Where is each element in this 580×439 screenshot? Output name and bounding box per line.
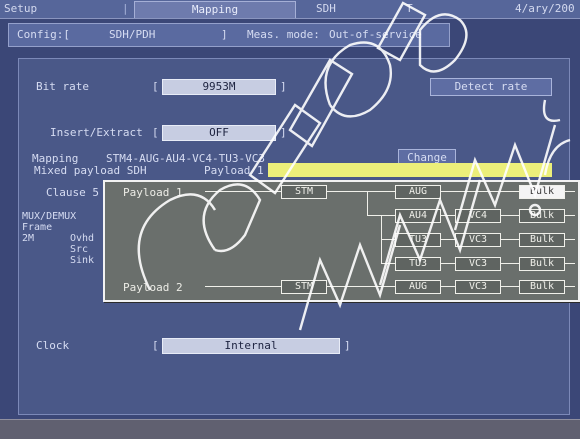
side-label-mux: MUX/DEMUX — [22, 211, 77, 222]
insert-extract-open-bracket: [ — [152, 126, 159, 139]
side-label-ovhd: Ovhd — [70, 233, 95, 244]
config-close-bracket: ] — [221, 28, 228, 41]
clock-close-bracket: ] — [344, 339, 351, 352]
node-tu3[interactable]: TU3 — [395, 233, 441, 247]
bottom-status-bar — [0, 419, 580, 439]
node-bulk-2[interactable]: Bulk — [519, 233, 565, 247]
payload-mapping-popup: Payload 1 Payload 2 STM AUG Bulk AU4 VC4… — [103, 180, 580, 302]
config-bar: Config:[ SDH/PDH ] Meas. mode: Out-of-se… — [8, 23, 450, 47]
clock-field[interactable]: Internal — [162, 338, 340, 354]
node-tu3-b[interactable]: TU3 — [395, 257, 441, 271]
branch-vline-3 — [381, 239, 382, 263]
meas-mode-label: Meas. mode: — [247, 28, 320, 41]
tab-separator: | — [122, 2, 129, 15]
node-vc3-2[interactable]: VC3 — [455, 280, 501, 294]
tab-setup[interactable]: Setup — [4, 1, 37, 17]
clock-label: Clock — [36, 339, 70, 352]
insert-extract-field[interactable]: OFF — [162, 125, 276, 141]
popup-payload2-label: Payload 2 — [123, 281, 183, 294]
tab-bar: Setup | Mapping SDH T 4/ary/200 — [0, 0, 580, 19]
node-vc4[interactable]: VC4 — [455, 209, 501, 223]
insert-extract-label: Insert/Extract — [50, 126, 143, 139]
node-stm-2[interactable]: STM — [281, 280, 327, 294]
mixed-payload-label: Mixed payload SDH — [34, 164, 147, 177]
side-label-src: Src — [70, 244, 89, 255]
bit-rate-open-bracket: [ — [152, 80, 159, 93]
detect-rate-button[interactable]: Detect rate — [430, 78, 552, 96]
bit-rate-close-bracket: ] — [280, 80, 287, 93]
branch-vline-2 — [381, 215, 382, 239]
config-value[interactable]: SDH/PDH — [109, 28, 155, 41]
payload-highlight-bar[interactable] — [268, 163, 552, 177]
node-bulk-selected[interactable]: Bulk — [519, 185, 565, 199]
side-label-frame: Frame — [22, 222, 53, 233]
tab-mapping[interactable]: Mapping — [134, 1, 296, 18]
node-bulk-4[interactable]: Bulk — [519, 280, 565, 294]
bit-rate-label: Bit rate — [36, 80, 89, 93]
tab-sdh[interactable]: SDH — [316, 1, 336, 17]
node-bulk-3[interactable]: Bulk — [519, 257, 565, 271]
clause-label: Clause 5 — [46, 186, 99, 199]
tab-date: 4/ary/200 — [515, 2, 575, 15]
popup-payload1-label: Payload 1 — [123, 186, 183, 199]
clock-open-bracket: [ — [152, 339, 159, 352]
node-bulk-1[interactable]: Bulk — [519, 209, 565, 223]
config-label: Config:[ — [17, 28, 70, 41]
node-vc3-b[interactable]: VC3 — [455, 257, 501, 271]
tab-t[interactable]: T — [406, 1, 413, 17]
side-label-2m: 2M — [22, 233, 35, 244]
insert-extract-close-bracket: ] — [280, 126, 287, 139]
payload-selected-label: Payload 1 — [204, 164, 264, 177]
meas-mode-value[interactable]: Out-of-service — [329, 28, 422, 41]
bit-rate-field[interactable]: 9953M — [162, 79, 276, 95]
analyzer-screen: Setup | Mapping SDH T 4/ary/200 Config:[… — [0, 0, 580, 439]
node-vc3[interactable]: VC3 — [455, 233, 501, 247]
node-aug-2[interactable]: AUG — [395, 280, 441, 294]
branch-vline-1 — [367, 191, 368, 215]
node-au4[interactable]: AU4 — [395, 209, 441, 223]
node-aug-1[interactable]: AUG — [395, 185, 441, 199]
side-label-sink: Sink — [70, 255, 95, 266]
node-stm-1[interactable]: STM — [281, 185, 327, 199]
